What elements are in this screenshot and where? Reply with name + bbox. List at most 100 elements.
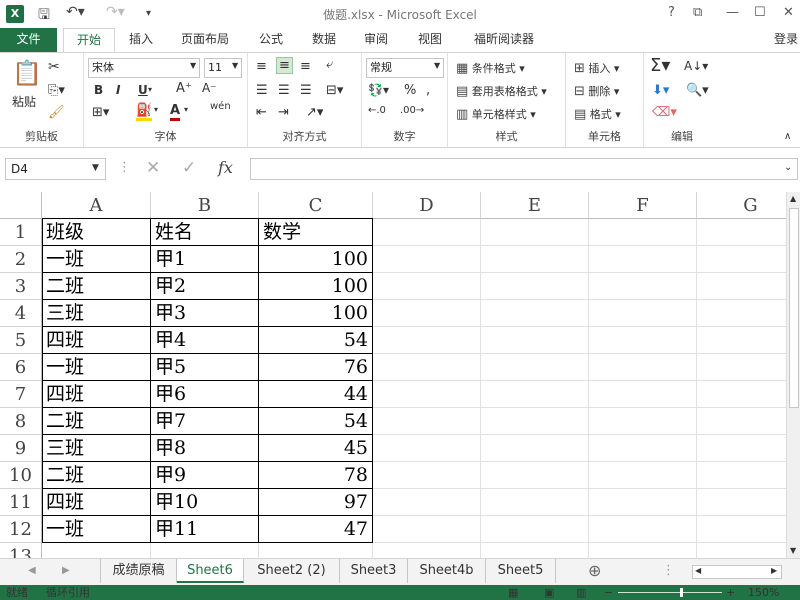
cell-d4[interactable]: [373, 300, 481, 327]
row-header-3[interactable]: 3: [0, 273, 42, 300]
cell-g8[interactable]: [697, 408, 786, 435]
zoom-out-icon[interactable]: −: [604, 585, 613, 600]
cell-a2[interactable]: 一班: [42, 246, 151, 273]
format-painter-icon[interactable]: 🖌: [48, 105, 65, 120]
cell-b11[interactable]: 甲10: [151, 489, 259, 516]
column-header-d[interactable]: D: [373, 192, 481, 219]
select-all-corner[interactable]: [0, 192, 42, 219]
normal-view-icon[interactable]: ▦: [508, 585, 518, 600]
cell-c2[interactable]: 100: [259, 246, 373, 273]
maximize-icon[interactable]: ☐: [754, 5, 766, 20]
tab-page-layout[interactable]: 页面布局: [172, 28, 238, 52]
cancel-entry-icon[interactable]: ✕: [146, 158, 160, 178]
cell-c4[interactable]: 100: [259, 300, 373, 327]
row-header-6[interactable]: 6: [0, 354, 42, 381]
tab-file[interactable]: 文件: [0, 28, 57, 52]
sort-filter-icon[interactable]: A↓▾: [684, 59, 708, 73]
cell-e3[interactable]: [481, 273, 589, 300]
tab-foxit-reader[interactable]: 福昕阅读器: [464, 28, 544, 52]
tab-scroll-handle-icon[interactable]: ⋮: [662, 563, 675, 578]
cell-a13[interactable]: [42, 543, 151, 558]
scroll-down-icon[interactable]: ▼: [790, 546, 796, 555]
row-header-5[interactable]: 5: [0, 327, 42, 354]
column-header-e[interactable]: E: [481, 192, 589, 219]
cell-d8[interactable]: [373, 408, 481, 435]
cell-f10[interactable]: [589, 462, 697, 489]
close-icon[interactable]: ✕: [783, 5, 794, 20]
sheet-tab-sheet3[interactable]: Sheet3: [340, 559, 408, 583]
next-sheet-icon[interactable]: ▶: [62, 565, 70, 576]
cell-f4[interactable]: [589, 300, 697, 327]
cell-a10[interactable]: 二班: [42, 462, 151, 489]
row-header-7[interactable]: 7: [0, 381, 42, 408]
chevron-down-icon[interactable]: ▾: [154, 105, 158, 114]
cell-c1[interactable]: 数学: [259, 219, 373, 246]
autosum-icon[interactable]: Σ▾: [650, 55, 670, 76]
row-header-8[interactable]: 8: [0, 408, 42, 435]
clear-icon[interactable]: ⌫▾: [652, 105, 677, 120]
fill-icon[interactable]: ⬇▾: [652, 83, 669, 98]
row-header-11[interactable]: 11: [0, 489, 42, 516]
prev-sheet-icon[interactable]: ◀: [28, 565, 36, 576]
row-header-13[interactable]: 13: [0, 543, 42, 558]
paste-button[interactable]: 粘贴: [12, 93, 36, 110]
cell-a7[interactable]: 四班: [42, 381, 151, 408]
cell-g13[interactable]: [697, 543, 786, 558]
cell-c6[interactable]: 76: [259, 354, 373, 381]
phonetic-guide-icon[interactable]: wén: [210, 101, 231, 112]
cell-b13[interactable]: [151, 543, 259, 558]
cell-d5[interactable]: [373, 327, 481, 354]
cell-g11[interactable]: [697, 489, 786, 516]
cell-a1[interactable]: 班级: [42, 219, 151, 246]
row-header-4[interactable]: 4: [0, 300, 42, 327]
expand-formula-icon[interactable]: ⌄: [784, 162, 792, 173]
cell-g1[interactable]: [697, 219, 786, 246]
chevron-down-icon[interactable]: ▾: [148, 85, 152, 94]
cut-icon[interactable]: ✂: [48, 59, 60, 75]
cell-e4[interactable]: [481, 300, 589, 327]
sheet-tab-sheet5[interactable]: Sheet5: [486, 559, 556, 583]
cell-g6[interactable]: [697, 354, 786, 381]
cell-c12[interactable]: 47: [259, 516, 373, 543]
zoom-in-icon[interactable]: +: [726, 585, 735, 600]
underline-button[interactable]: U: [138, 83, 148, 97]
row-header-1[interactable]: 1: [0, 219, 42, 246]
increase-indent-icon[interactable]: ⇥: [278, 105, 289, 120]
tab-view[interactable]: 视图: [410, 28, 450, 52]
cell-g7[interactable]: [697, 381, 786, 408]
sheet-tab-sheet6[interactable]: Sheet6: [177, 559, 244, 583]
cell-c9[interactable]: 45: [259, 435, 373, 462]
cell-b5[interactable]: 甲4: [151, 327, 259, 354]
collapse-ribbon-icon[interactable]: ∧: [784, 131, 791, 142]
cell-e6[interactable]: [481, 354, 589, 381]
column-header-g[interactable]: G: [697, 192, 786, 219]
cell-g5[interactable]: [697, 327, 786, 354]
cell-e9[interactable]: [481, 435, 589, 462]
cell-f11[interactable]: [589, 489, 697, 516]
decrease-decimal-icon[interactable]: .00→: [400, 105, 424, 116]
align-top-icon[interactable]: ≡: [256, 59, 267, 74]
cell-a9[interactable]: 三班: [42, 435, 151, 462]
column-header-c[interactable]: C: [259, 192, 373, 219]
cell-f12[interactable]: [589, 516, 697, 543]
delete-cells-button[interactable]: ⊟ 删除 ▾: [574, 83, 619, 99]
minimize-icon[interactable]: —: [726, 5, 739, 20]
cell-a6[interactable]: 一班: [42, 354, 151, 381]
cell-e1[interactable]: [481, 219, 589, 246]
ribbon-display-icon[interactable]: ⧉: [693, 5, 702, 20]
cell-e5[interactable]: [481, 327, 589, 354]
align-center-icon[interactable]: ☰: [278, 83, 290, 98]
copy-icon[interactable]: ⎘▾: [48, 83, 65, 98]
align-middle-icon[interactable]: ≡: [276, 57, 293, 74]
font-color-icon[interactable]: A: [170, 103, 181, 121]
borders-icon[interactable]: ⊞▾: [92, 105, 109, 120]
cell-d6[interactable]: [373, 354, 481, 381]
cell-b7[interactable]: 甲6: [151, 381, 259, 408]
cell-d2[interactable]: [373, 246, 481, 273]
tab-data[interactable]: 数据: [304, 28, 344, 52]
font-name-select[interactable]: 宋体: [88, 58, 200, 78]
cell-e8[interactable]: [481, 408, 589, 435]
tab-home[interactable]: 开始: [63, 28, 115, 53]
column-header-a[interactable]: A: [42, 192, 151, 219]
horizontal-scrollbar[interactable]: ◀ ▶: [692, 565, 782, 579]
